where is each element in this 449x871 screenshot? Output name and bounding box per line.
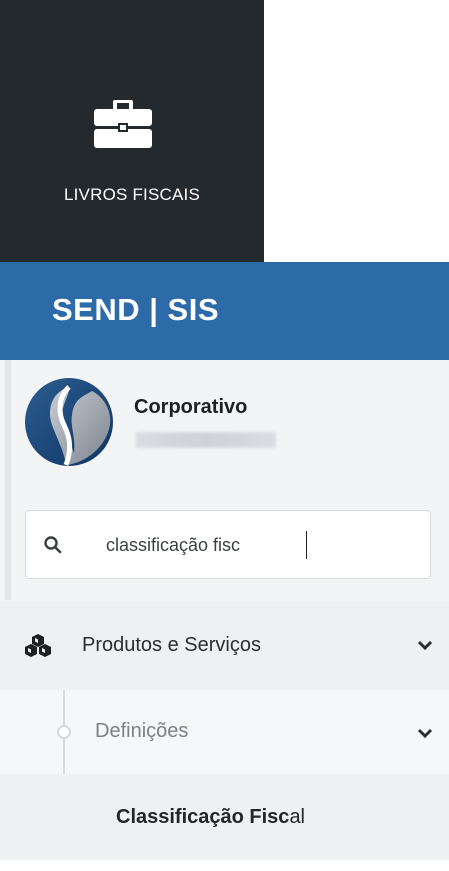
sidebar-bottom xyxy=(0,860,449,871)
search-box[interactable] xyxy=(25,510,431,579)
text-caret xyxy=(306,531,307,559)
menu-item-label: Definições xyxy=(95,720,189,742)
briefcase-icon xyxy=(94,100,152,148)
app-tile-livros-fiscais[interactable]: LIVROS FISCAIS xyxy=(0,0,264,262)
menu-item-definicoes[interactable]: Definições xyxy=(0,690,449,774)
app-tile-label: LIVROS FISCAIS xyxy=(63,185,200,204)
cubes-icon xyxy=(25,634,51,657)
search-input[interactable] xyxy=(104,527,408,563)
menu-item-classificacao-fiscal[interactable]: Classificação Fiscal xyxy=(0,774,449,860)
user-card: Corporativo xyxy=(0,360,449,600)
brand-title[interactable]: SEND | SIS xyxy=(52,292,219,328)
menu-item-label: Classificação Fiscal xyxy=(116,806,305,829)
menu-item-label: Produtos e Serviços xyxy=(82,634,261,656)
menu-item-produtos-servicos[interactable]: Produtos e Serviços xyxy=(0,602,449,690)
search-icon xyxy=(44,536,62,554)
user-subtitle-redacted xyxy=(136,432,276,448)
chevron-down-icon[interactable] xyxy=(417,726,433,740)
user-name: Corporativo xyxy=(134,396,248,418)
sidebar: Corporativo Produtos e Serviços xyxy=(0,360,449,871)
tree-node-dot xyxy=(57,725,71,739)
label-remainder: al xyxy=(289,806,306,828)
chevron-down-icon[interactable] xyxy=(417,638,433,652)
company-logo[interactable] xyxy=(24,377,114,467)
search-match-highlight: Classificação Fisc xyxy=(116,806,290,828)
brand-header: SEND | SIS xyxy=(0,262,449,360)
